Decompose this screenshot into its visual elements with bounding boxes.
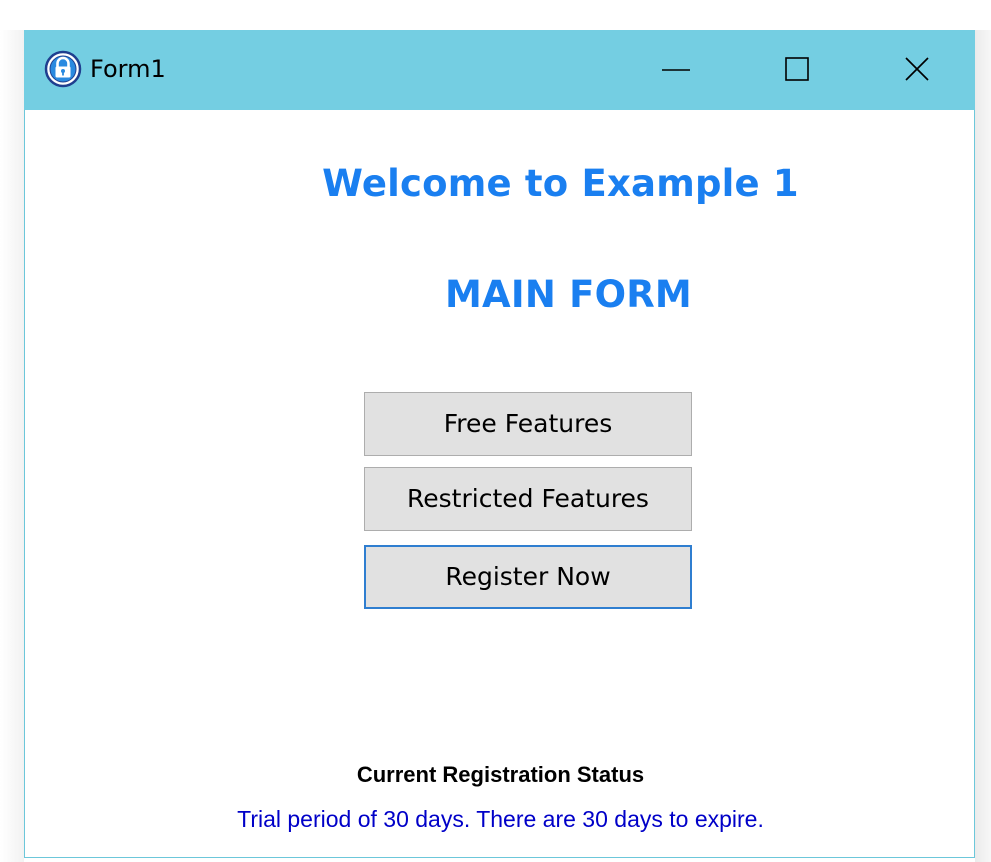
close-icon <box>905 57 929 81</box>
form-title-heading: MAIN FORM <box>445 273 692 316</box>
close-button[interactable] <box>864 30 974 110</box>
maximize-button[interactable] <box>742 30 852 110</box>
registration-status-label: Current Registration Status <box>356 762 645 787</box>
window-shadow-left <box>0 30 24 862</box>
title-bar[interactable]: Form1 <box>24 30 975 110</box>
minimize-button[interactable] <box>620 30 730 110</box>
window-title: Form1 <box>90 55 166 83</box>
register-now-button[interactable]: Register Now <box>364 545 692 609</box>
welcome-heading: Welcome to Example 1 <box>322 162 799 205</box>
form-window: Form1 Welcome to Example 1 MAIN FORM Fre <box>24 30 975 858</box>
padlock-icon[interactable] <box>44 50 82 88</box>
registration-status-text: Trial period of 30 days. There are 30 da… <box>237 806 764 832</box>
window-shadow-right <box>975 30 991 862</box>
maximize-icon <box>785 57 809 81</box>
minimize-icon <box>662 69 690 71</box>
free-features-button[interactable]: Free Features <box>364 392 692 456</box>
desktop: Form1 Welcome to Example 1 MAIN FORM Fre <box>0 0 991 862</box>
restricted-features-button[interactable]: Restricted Features <box>364 467 692 531</box>
